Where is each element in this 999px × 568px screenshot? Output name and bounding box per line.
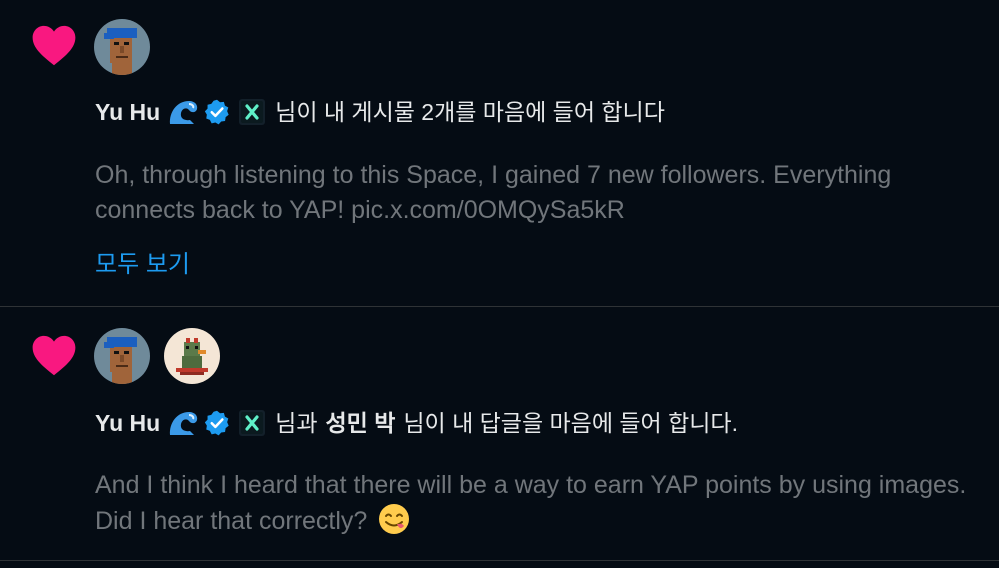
show-all-link[interactable]: 모두 보기 — [95, 249, 190, 281]
yum-face-emoji — [379, 504, 410, 534]
avatar-group — [94, 19, 150, 75]
x-affiliate-badge — [239, 99, 266, 125]
action-text: 님이 내 답글을 마음에 들어 합니다. — [403, 410, 738, 436]
avatar-yu-hu[interactable] — [94, 328, 150, 384]
verified-badge-icon — [205, 410, 229, 436]
second-user-name[interactable]: 성민 박 — [326, 409, 396, 437]
verified-badge-icon — [205, 99, 229, 125]
post-preview[interactable]: Oh, through listening to this Space, I g… — [95, 158, 975, 228]
wave-emoji — [170, 101, 198, 124]
like-notification[interactable]: Yu Hu 님이 내 게시물 2개를 마음에 들어 합니다 Oh, throug… — [0, 0, 999, 307]
notifications-feed: Yu Hu 님이 내 게시물 2개를 마음에 들어 합니다 Oh, throug… — [0, 0, 999, 568]
like-notification[interactable]: Yu Hu 님과 성민 박 님이 내 답글을 마음에 들어 합니다. And I… — [0, 307, 999, 561]
notification-headline: Yu Hu 님과 성민 박 님이 내 답글을 마음에 들어 합니다. — [95, 409, 979, 437]
action-text: 님이 내 게시물 2개를 마음에 들어 합니다 — [275, 99, 665, 125]
avatar-second-user[interactable] — [164, 328, 220, 384]
reply-text: And I think I heard that there will be a… — [95, 471, 967, 535]
x-affiliate-badge — [239, 410, 266, 436]
avatar-yu-hu[interactable] — [94, 19, 150, 75]
heart-icon — [32, 25, 76, 66]
heart-icon — [32, 335, 76, 376]
avatar-group — [94, 328, 220, 384]
user-name[interactable]: Yu Hu — [95, 409, 160, 437]
wave-emoji — [170, 412, 198, 435]
notification-headline: Yu Hu 님이 내 게시물 2개를 마음에 들어 합니다 — [95, 98, 979, 126]
user-name[interactable]: Yu Hu — [95, 98, 160, 126]
connector-text: 님과 — [275, 410, 318, 436]
reply-preview[interactable]: And I think I heard that there will be a… — [95, 468, 975, 539]
